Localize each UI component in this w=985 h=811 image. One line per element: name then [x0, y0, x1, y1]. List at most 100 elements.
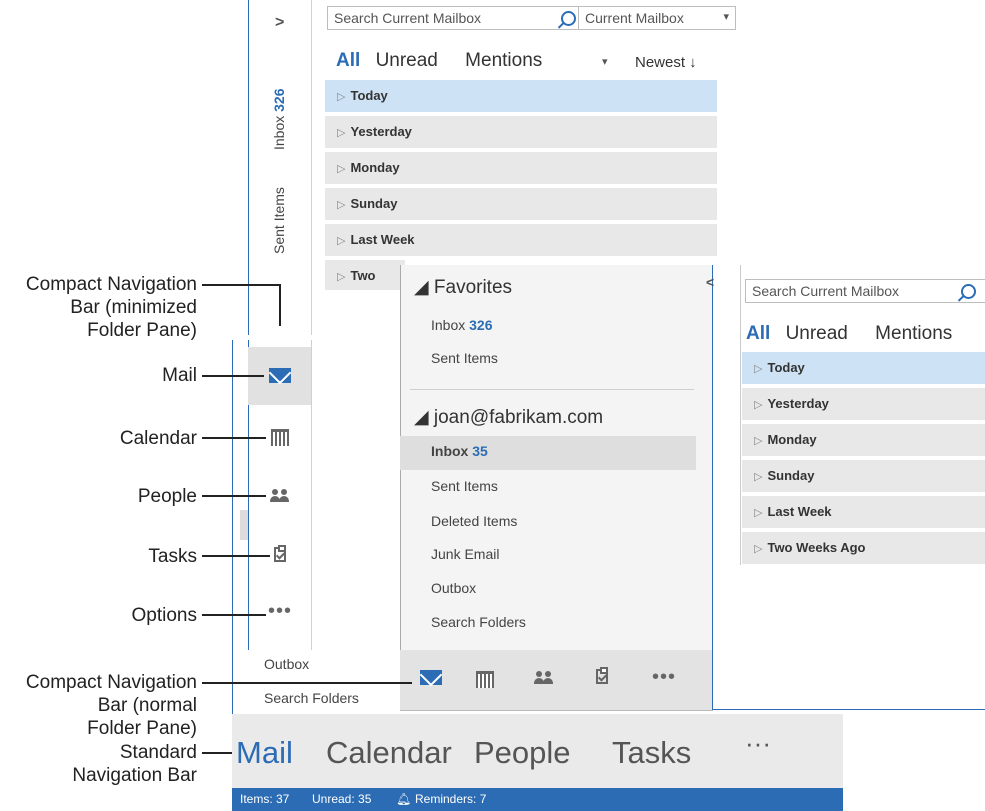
folder-search-folders[interactable]: Search Folders [264, 690, 359, 706]
filter-all[interactable]: All [746, 323, 770, 344]
account-inbox[interactable]: Inbox 35 [431, 443, 488, 459]
front-group-last-week[interactable]: ▷ Last Week [742, 496, 985, 528]
callout-leader [202, 284, 280, 286]
unread-count: 35 [472, 443, 488, 459]
group-label: Sunday [350, 196, 398, 211]
compact-tasks-icon[interactable] [596, 667, 608, 684]
group-last-week[interactable]: ▷ Last Week [325, 224, 717, 256]
expand-triangle-icon: ▷ [337, 199, 346, 211]
callout-calendar: Calendar [119, 428, 197, 449]
filter-unread[interactable]: Unread [786, 323, 848, 344]
filter-bar: All Unread Mentions [336, 50, 542, 72]
callout-line: Compact Navigation [25, 672, 197, 693]
front-group-two-weeks-ago[interactable]: ▷ Two Weeks Ago [742, 532, 985, 564]
favorites-header[interactable]: ◢ Favorites [414, 276, 512, 299]
favorite-inbox[interactable]: Inbox 326 [431, 317, 493, 333]
group-label: Sunday [767, 468, 815, 483]
front-group-sunday[interactable]: ▷ Sunday [742, 460, 985, 492]
group-label: Today [767, 360, 805, 375]
search-icon[interactable] [961, 284, 976, 299]
vertical-folder-inbox[interactable]: Inbox 326 [271, 89, 287, 151]
group-sunday[interactable]: ▷ Sunday [325, 188, 717, 220]
expand-triangle-icon: ▷ [754, 507, 763, 519]
callout-line: Bar (minimized [70, 297, 197, 318]
group-label: Last Week [767, 504, 832, 519]
status-reminders[interactable]: Reminders: 7 [415, 792, 486, 806]
search-input[interactable]: Search Current Mailbox [327, 6, 579, 30]
status-unread-count: Unread: 35 [312, 792, 372, 806]
filter-unread[interactable]: Unread [376, 50, 438, 71]
account-outbox[interactable]: Outbox [431, 580, 476, 596]
collapse-folder-pane-chevron-icon[interactable]: < [706, 274, 714, 290]
group-two-weeks-ago[interactable]: ▷ Two [325, 260, 405, 290]
std-nav-tasks[interactable]: Tasks [612, 735, 691, 771]
expand-triangle-icon: ▷ [337, 127, 346, 139]
mail-icon [269, 368, 291, 383]
group-label: Two [350, 268, 376, 283]
filter-mentions[interactable]: Mentions [465, 50, 542, 71]
search-placeholder: Search Current Mailbox [334, 10, 482, 26]
callout-tasks: Tasks [148, 546, 197, 567]
callout-options: Options [131, 605, 197, 626]
compact-mail-icon[interactable] [420, 670, 442, 685]
callout-line: Folder Pane) [87, 320, 197, 341]
account-junk-email[interactable]: Junk Email [431, 546, 499, 562]
sort-newest[interactable]: Newest ↓ [635, 54, 697, 71]
nav-calendar-button[interactable] [248, 407, 311, 465]
callout-leader [202, 555, 270, 557]
front-group-yesterday[interactable]: ▷ Yesterday [742, 388, 985, 420]
std-nav-calendar[interactable]: Calendar [326, 735, 452, 771]
group-monday[interactable]: ▷ Monday [325, 152, 717, 184]
favorite-sent-items[interactable]: Sent Items [431, 350, 498, 366]
group-label: Yesterday [350, 124, 412, 139]
divider [311, 340, 312, 650]
expand-folder-pane-chevron-icon[interactable]: > [275, 14, 284, 32]
account-header[interactable]: ◢ joan@fabrikam.com [414, 406, 603, 429]
nav-tasks-button[interactable] [248, 525, 311, 583]
filter-mentions[interactable]: Mentions [875, 323, 952, 344]
expand-triangle-icon: ▷ [754, 435, 763, 447]
group-today[interactable]: ▷ Today [325, 80, 717, 112]
compact-calendar-icon[interactable] [476, 671, 494, 688]
people-icon [269, 489, 291, 503]
callout-compact-normal: Compact Navigation Bar (normal Folder Pa… [0, 671, 197, 740]
callout-leader [202, 682, 412, 684]
status-bar: Items: 37 Unread: 35 🔔︎ Reminders: 7 [232, 788, 843, 811]
compact-people-icon[interactable] [533, 671, 555, 685]
folder-label: Inbox [431, 443, 469, 459]
front-search-input[interactable]: Search Current Mailbox [745, 279, 985, 303]
callout-line: Bar (normal [97, 695, 197, 716]
expand-triangle-icon: ▷ [754, 399, 763, 411]
vertical-folder-label: Sent Items [271, 187, 287, 254]
search-scope-dropdown[interactable]: Current Mailbox ▾ [579, 6, 736, 30]
compact-more-options-icon[interactable]: ••• [652, 667, 676, 687]
expand-triangle-icon: ▷ [337, 91, 346, 103]
bell-icon[interactable]: 🔔︎ [396, 792, 411, 806]
expand-triangle-icon: ▷ [337, 235, 346, 247]
callout-people: People [137, 486, 197, 507]
std-nav-people[interactable]: People [474, 735, 571, 771]
std-nav-mail[interactable]: Mail [236, 735, 293, 771]
account-search-folders[interactable]: Search Folders [431, 614, 526, 630]
callout-leader [202, 375, 264, 377]
callout-standard: Standard Navigation Bar [0, 741, 197, 787]
front-group-today[interactable]: ▷ Today [742, 352, 985, 384]
account-deleted-items[interactable]: Deleted Items [431, 513, 517, 529]
callout-leader [279, 284, 281, 326]
filter-dropdown-icon[interactable]: ▾ [602, 55, 608, 68]
front-filter-bar: All Unread Mentions [746, 323, 952, 345]
account-sent-items[interactable]: Sent Items [431, 478, 498, 494]
vertical-folder-sent-items[interactable]: Sent Items [271, 187, 287, 254]
search-placeholder: Search Current Mailbox [752, 283, 900, 299]
window-border [712, 709, 985, 710]
group-label: Today [350, 88, 388, 103]
filter-all[interactable]: All [336, 50, 360, 71]
std-nav-more-icon[interactable]: ··· [745, 728, 771, 759]
group-yesterday[interactable]: ▷ Yesterday [325, 116, 717, 148]
front-group-monday[interactable]: ▷ Monday [742, 424, 985, 456]
expand-triangle-icon: ▷ [754, 363, 763, 375]
folder-outbox[interactable]: Outbox [264, 656, 309, 672]
section-divider [410, 389, 694, 390]
search-icon[interactable] [561, 11, 576, 26]
expand-triangle-icon: ▷ [337, 163, 346, 175]
